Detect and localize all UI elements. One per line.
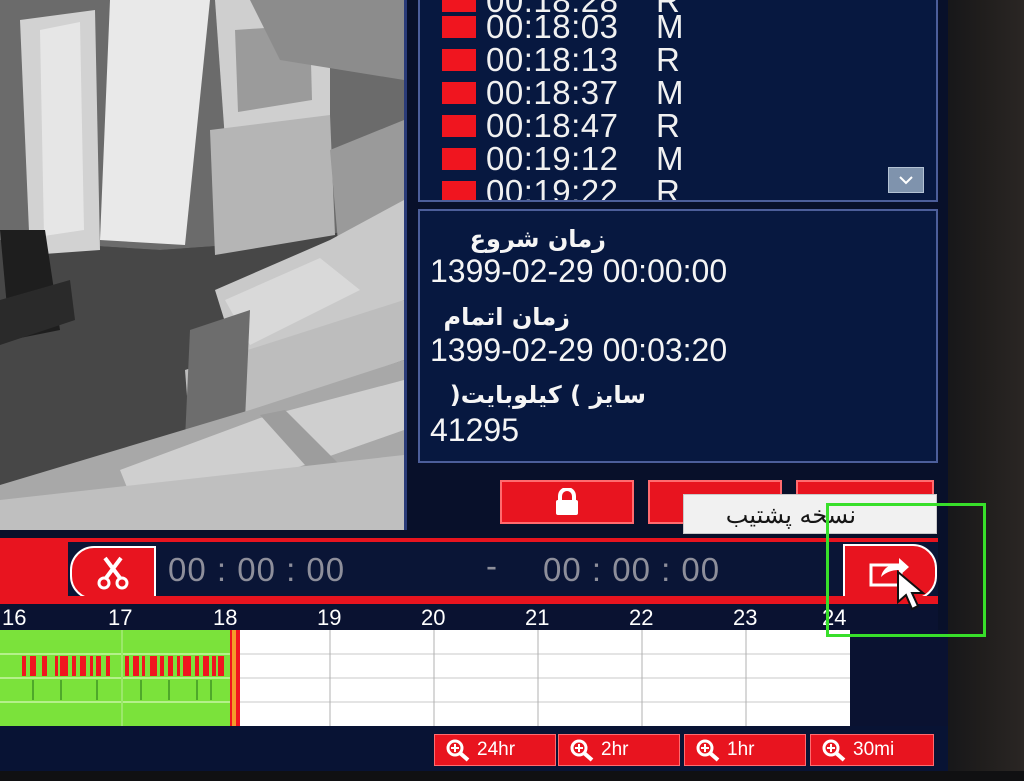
clip-bar: 00 : 00 : 00 - 00 : 00 : 00	[0, 538, 938, 604]
hour-tick: 23	[733, 605, 758, 630]
clip-separator: -	[486, 547, 497, 584]
zoom-2hr-label: 2hr	[601, 739, 629, 760]
file-info-panel: زمان شروع 1399-02-29 00:00:00 زمان اتمام…	[418, 209, 938, 463]
zoom-30min-label: 30mi	[853, 739, 895, 760]
clip-start-time[interactable]: 00 : 00 : 00	[168, 551, 345, 589]
hour-tick: 17	[108, 605, 133, 630]
zoom-1hr-label: 1hr	[727, 739, 755, 760]
list-item[interactable]: 00:18:13 R	[442, 41, 680, 78]
zoom-24hr-label: 24hr	[477, 739, 516, 760]
lock-button[interactable]	[500, 480, 634, 524]
end-time-label: زمان اتمام	[443, 303, 570, 331]
timeline-margin	[850, 630, 948, 726]
monitor-bezel	[948, 0, 1024, 781]
zoom-in-icon	[696, 739, 720, 762]
list-item[interactable]: 00:18:47 R	[442, 107, 680, 144]
clip-end-time[interactable]: 00 : 00 : 00	[543, 551, 720, 589]
mouse-cursor-icon	[897, 570, 926, 611]
zoom-1hr-button[interactable]: 1hr	[684, 734, 806, 766]
end-time-value: 1399-02-29 00:03:20	[430, 332, 728, 368]
zoom-in-icon	[446, 739, 470, 762]
record-swatch	[442, 15, 476, 38]
record-swatch	[442, 81, 476, 104]
chevron-down-icon	[899, 176, 913, 185]
record-swatch	[442, 48, 476, 71]
timeline-hours: 16 17 18 19 20 21 22 23 24	[0, 604, 938, 630]
list-item[interactable]: 00:19:22 R	[442, 172, 680, 202]
size-value: 41295	[430, 412, 519, 448]
clip-button[interactable]	[70, 546, 156, 600]
event-type-partial: R	[656, 172, 680, 202]
hour-tick: 22	[629, 605, 654, 630]
event-list: 00:18:28 R 00:18:03 M 00:18:13 R 00:18:3…	[418, 0, 938, 202]
clip-bar-edge	[0, 542, 68, 600]
zoom-in-icon	[822, 739, 846, 762]
hour-tick: 19	[317, 605, 342, 630]
hour-tick: 21	[525, 605, 550, 630]
timeline-graph	[0, 630, 850, 726]
hour-tick: 18	[213, 605, 238, 630]
timeline-tracks[interactable]	[0, 630, 850, 726]
record-swatch	[442, 114, 476, 137]
list-item[interactable]: 00:19:12 M	[442, 140, 684, 177]
clip-bar-underline	[0, 596, 938, 602]
zoom-2hr-button[interactable]: 2hr	[558, 734, 680, 766]
start-time-value: 1399-02-29 00:00:00	[430, 253, 728, 289]
camera-image	[0, 0, 404, 530]
list-item[interactable]: 00:18:37 M	[442, 74, 684, 111]
zoom-30min-button[interactable]: 30mi	[810, 734, 934, 766]
event-time-partial: 00:19:22	[486, 172, 619, 202]
dvr-playback-screen: 00:18:28 R 00:18:03 M 00:18:13 R 00:18:3…	[0, 0, 948, 771]
record-swatch	[442, 180, 476, 200]
zoom-in-icon	[570, 739, 594, 762]
zoom-24hr-button[interactable]: 24hr	[434, 734, 556, 766]
size-label: سایز ) کیلوبایت(	[449, 381, 646, 409]
hour-tick: 16	[2, 605, 27, 630]
start-time-label: زمان شروع	[469, 225, 606, 253]
scroll-down-button[interactable]	[888, 167, 924, 193]
camera-feed[interactable]	[0, 0, 407, 530]
monitor-bezel-bottom	[0, 771, 1024, 781]
list-item[interactable]: 00:18:03 M	[442, 8, 684, 45]
hour-tick: 20	[421, 605, 446, 630]
scissors-icon	[97, 556, 129, 590]
record-swatch	[442, 147, 476, 170]
lock-icon	[556, 488, 578, 515]
